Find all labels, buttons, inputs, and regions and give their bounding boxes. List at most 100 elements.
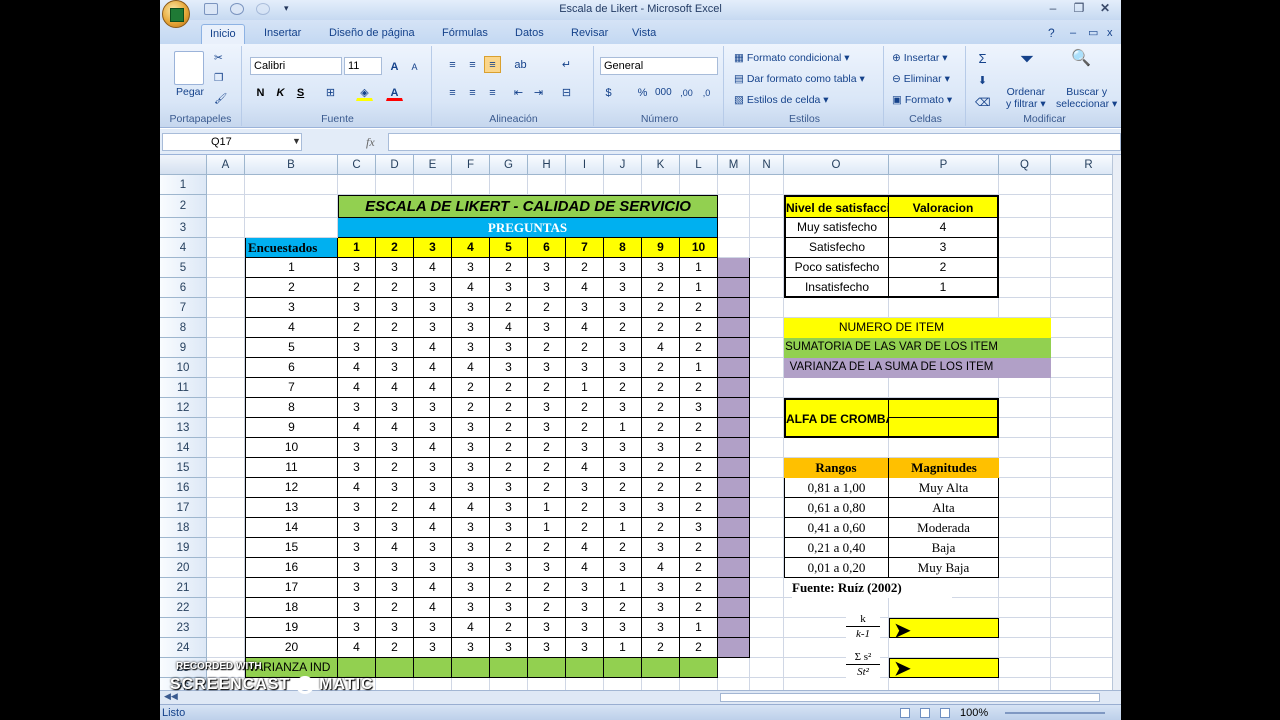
nivel-cell[interactable]: Muy satisfecho bbox=[784, 218, 889, 238]
underline-icon[interactable]: S bbox=[292, 84, 309, 101]
response-cell[interactable]: 3 bbox=[642, 498, 680, 518]
response-cell[interactable]: 2 bbox=[490, 438, 528, 458]
response-cell[interactable]: 4 bbox=[414, 518, 452, 538]
response-cell[interactable]: 2 bbox=[376, 638, 414, 658]
row-header[interactable]: 2 bbox=[160, 195, 207, 218]
varianza-item-cell[interactable] bbox=[490, 658, 528, 678]
font-size-combo[interactable]: 11 bbox=[344, 57, 382, 75]
row-header[interactable]: 22 bbox=[160, 598, 207, 618]
response-cell[interactable]: 2 bbox=[566, 338, 604, 358]
align-left-icon[interactable]: ≡ bbox=[444, 84, 461, 101]
find-select-button[interactable]: Buscar y seleccionar ▾ bbox=[1056, 86, 1117, 110]
response-cell[interactable]: 3 bbox=[604, 298, 642, 318]
response-cell[interactable]: 4 bbox=[414, 258, 452, 278]
zoom-level[interactable]: 100% bbox=[960, 707, 988, 719]
column-header[interactable]: P bbox=[889, 155, 999, 175]
response-cell[interactable]: 3 bbox=[452, 338, 490, 358]
response-cell[interactable]: 3 bbox=[338, 258, 376, 278]
response-cell[interactable]: 4 bbox=[414, 438, 452, 458]
align-bottom-icon[interactable]: ≡ bbox=[484, 56, 501, 73]
help-icon[interactable]: ? bbox=[1040, 24, 1063, 44]
alfa-value-1[interactable] bbox=[889, 398, 999, 418]
response-cell[interactable]: 2 bbox=[490, 378, 528, 398]
total-score-cell[interactable] bbox=[718, 278, 750, 298]
respondent-id-cell[interactable]: 8 bbox=[245, 398, 338, 418]
response-cell[interactable]: 2 bbox=[528, 458, 566, 478]
response-cell[interactable]: 3 bbox=[528, 258, 566, 278]
respondent-id-cell[interactable]: 4 bbox=[245, 318, 338, 338]
response-cell[interactable]: 2 bbox=[376, 278, 414, 298]
response-cell[interactable]: 2 bbox=[452, 398, 490, 418]
response-cell[interactable]: 2 bbox=[642, 318, 680, 338]
alfa-value-2[interactable] bbox=[889, 418, 999, 438]
response-cell[interactable]: 4 bbox=[452, 358, 490, 378]
response-cell[interactable]: 3 bbox=[604, 618, 642, 638]
response-cell[interactable]: 4 bbox=[338, 478, 376, 498]
response-cell[interactable]: 3 bbox=[452, 538, 490, 558]
varianza-item-cell[interactable] bbox=[528, 658, 566, 678]
response-cell[interactable]: 4 bbox=[642, 558, 680, 578]
percent-icon[interactable]: % bbox=[634, 84, 651, 101]
response-cell[interactable]: 3 bbox=[490, 558, 528, 578]
response-cell[interactable]: 3 bbox=[452, 438, 490, 458]
fill-icon[interactable]: ⬇ bbox=[974, 72, 991, 89]
response-cell[interactable]: 3 bbox=[642, 538, 680, 558]
response-cell[interactable]: 3 bbox=[566, 618, 604, 638]
respondent-id-cell[interactable]: 13 bbox=[245, 498, 338, 518]
respondent-id-cell[interactable]: 20 bbox=[245, 638, 338, 658]
varianza-suma-label[interactable]: VARIANZA DE LA SUMA DE LOS ITEM bbox=[784, 358, 999, 378]
vertical-scrollbar[interactable] bbox=[1112, 155, 1121, 690]
response-cell[interactable]: 2 bbox=[528, 378, 566, 398]
copy-icon[interactable]: ❐ bbox=[214, 72, 223, 84]
total-score-cell[interactable] bbox=[718, 398, 750, 418]
response-cell[interactable]: 2 bbox=[680, 598, 718, 618]
total-score-cell[interactable] bbox=[718, 498, 750, 518]
row-header[interactable]: 1 bbox=[160, 175, 207, 195]
response-cell[interactable]: 2 bbox=[528, 578, 566, 598]
response-cell[interactable]: 2 bbox=[680, 538, 718, 558]
response-cell[interactable]: 3 bbox=[452, 518, 490, 538]
response-cell[interactable]: 3 bbox=[566, 578, 604, 598]
response-cell[interactable]: 2 bbox=[642, 378, 680, 398]
encuestados-header-cell[interactable]: Encuestados bbox=[245, 238, 338, 258]
response-cell[interactable]: 2 bbox=[642, 418, 680, 438]
column-header[interactable]: L bbox=[680, 155, 718, 175]
response-cell[interactable]: 3 bbox=[452, 578, 490, 598]
response-cell[interactable]: 2 bbox=[680, 498, 718, 518]
question-number-cell[interactable]: 3 bbox=[414, 238, 452, 258]
response-cell[interactable]: 3 bbox=[452, 418, 490, 438]
tab-inicio[interactable]: Inicio bbox=[201, 24, 245, 44]
row-header[interactable]: 5 bbox=[160, 258, 207, 278]
total-score-cell[interactable] bbox=[718, 338, 750, 358]
response-cell[interactable]: 3 bbox=[528, 398, 566, 418]
format-table-button[interactable]: ▤ Dar formato como tabla ▾ bbox=[734, 73, 865, 85]
response-cell[interactable]: 3 bbox=[376, 298, 414, 318]
tab-revisar[interactable]: Revisar bbox=[563, 24, 616, 44]
question-number-cell[interactable]: 8 bbox=[604, 238, 642, 258]
orientation-icon[interactable]: ab bbox=[512, 56, 529, 73]
response-cell[interactable]: 2 bbox=[490, 578, 528, 598]
column-header[interactable]: I bbox=[566, 155, 604, 175]
response-cell[interactable]: 4 bbox=[566, 318, 604, 338]
respondent-id-cell[interactable]: 9 bbox=[245, 418, 338, 438]
total-score-cell[interactable] bbox=[718, 318, 750, 338]
respondent-id-cell[interactable]: 15 bbox=[245, 538, 338, 558]
valoracion-cell[interactable]: 1 bbox=[889, 278, 999, 298]
response-cell[interactable]: 3 bbox=[338, 538, 376, 558]
respondent-id-cell[interactable]: 16 bbox=[245, 558, 338, 578]
tab-vista[interactable]: Vista bbox=[624, 24, 664, 44]
autosum-icon[interactable]: Σ bbox=[974, 50, 991, 67]
response-cell[interactable]: 3 bbox=[338, 498, 376, 518]
response-cell[interactable]: 3 bbox=[414, 538, 452, 558]
align-right-icon[interactable]: ≡ bbox=[484, 84, 501, 101]
response-cell[interactable]: 4 bbox=[338, 418, 376, 438]
response-cell[interactable]: 2 bbox=[680, 558, 718, 578]
response-cell[interactable]: 3 bbox=[604, 438, 642, 458]
response-cell[interactable]: 3 bbox=[642, 578, 680, 598]
response-cell[interactable]: 3 bbox=[566, 298, 604, 318]
response-cell[interactable]: 3 bbox=[338, 578, 376, 598]
response-cell[interactable]: 3 bbox=[376, 478, 414, 498]
magnitud-cell[interactable]: Muy Alta bbox=[889, 478, 999, 498]
response-cell[interactable]: 2 bbox=[604, 378, 642, 398]
response-cell[interactable]: 3 bbox=[642, 598, 680, 618]
